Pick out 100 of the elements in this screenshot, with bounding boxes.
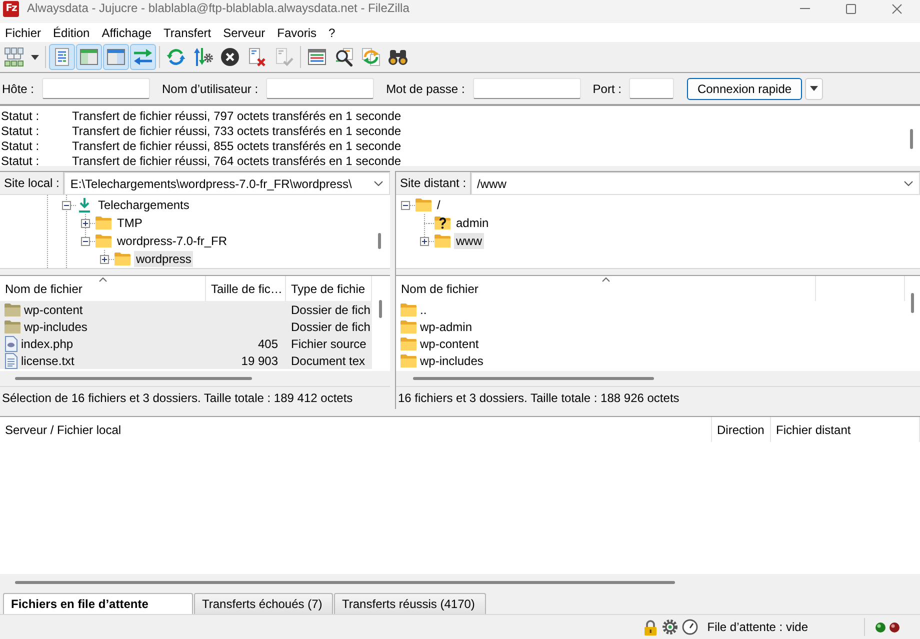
file-row[interactable]: wp-includes Dossier de fich (0, 318, 372, 335)
column-header[interactable]: Serveur / Fichier local (0, 417, 712, 442)
status-text: Sélection de 16 fichiers et 3 dossiers. Taille totale : 189 412 octets (2, 391, 353, 405)
tab[interactable]: Fichiers en file d’attente (3, 593, 193, 614)
log-label: Statut : (0, 154, 40, 168)
cancel-icon (220, 47, 240, 67)
file-row[interactable]: wp-includes (396, 352, 906, 369)
log-label: Statut : (0, 138, 40, 152)
binoculars-icon (388, 47, 408, 67)
speedometer-icon (682, 619, 698, 635)
log-label: Statut : (0, 124, 40, 138)
expand-icon[interactable] (420, 236, 429, 246)
file-row[interactable]: .. (396, 301, 906, 318)
close-icon (892, 4, 902, 14)
file-size: 405 (258, 336, 278, 350)
expand-icon[interactable] (100, 254, 109, 264)
menu-item[interactable]: Serveur (218, 23, 270, 42)
scrollbar-thumb[interactable] (15, 581, 675, 584)
field-label: Mot de passe : (386, 82, 465, 96)
menu-item[interactable]: Favoris (272, 23, 322, 42)
log-message: Transfert de fichier réussi, 764 octets transférés en 1 seconde (72, 154, 402, 168)
menu-item[interactable]: Édition (48, 23, 95, 42)
tree-item[interactable]: admin (454, 215, 491, 231)
download-arrow-icon (76, 197, 93, 213)
host-field[interactable] (42, 78, 150, 99)
port-field[interactable] (629, 78, 674, 99)
scrollbar-thumb[interactable] (413, 377, 654, 380)
path-combobox[interactable]: E:\Telechargements\wordpress-7.0-fr_FR\wordpress\ (64, 172, 390, 195)
caret-icon (31, 54, 39, 60)
log-message: Transfert de fichier réussi, 797 octets transférés en 1 seconde (72, 108, 402, 122)
tree-item[interactable]: Telechargements (96, 197, 192, 213)
file-row[interactable]: license.txt 19 903 Document tex (0, 352, 372, 369)
password-field[interactable] (472, 78, 581, 99)
window-title: Alwaysdata - Jujucre - blablabla@ftp-blablabla.alwaysdata.net - FileZilla (27, 0, 410, 17)
tree-item[interactable]: wordpress (134, 251, 194, 267)
expand-icon[interactable] (81, 218, 90, 228)
collapse-icon[interactable] (401, 200, 410, 210)
log-message: Transfert de fichier réussi, 733 octets transférés en 1 seconde (72, 124, 402, 138)
path-combobox[interactable]: /www (471, 172, 920, 195)
folder-icon (95, 216, 112, 230)
gear-icon (662, 619, 678, 635)
collapse-icon[interactable] (81, 236, 90, 246)
app-logo: Fz (3, 1, 19, 17)
file-type: Dossier de fich (291, 302, 370, 316)
collapse-icon[interactable] (62, 200, 71, 210)
menu-item[interactable]: Affichage (96, 23, 157, 42)
file-type: Dossier de fich (291, 320, 370, 334)
document-lines-icon (52, 47, 72, 67)
document-cross-icon (247, 47, 267, 67)
tree-item[interactable]: / (435, 197, 442, 213)
swap-arrows-icon (133, 47, 153, 67)
status-text: 16 fichiers et 3 dossiers. Taille totale : 188 926 octets (398, 391, 680, 405)
maximize-icon (846, 4, 856, 14)
file-name: wp-includes (420, 354, 484, 368)
folder-icon (400, 354, 417, 368)
network-icon (4, 47, 24, 67)
chevron-down-icon (374, 181, 383, 186)
field-label: Port : (592, 82, 622, 96)
log-label: Statut : (0, 108, 40, 122)
folder-icon (400, 320, 417, 334)
chevron-down-icon (904, 181, 913, 186)
scrollbar-thumb[interactable] (910, 129, 913, 149)
scrollbar-thumb[interactable] (911, 293, 914, 313)
menu-item[interactable]: ? (324, 23, 340, 42)
window-panels-icon (79, 47, 99, 67)
tree-item[interactable]: TMP (115, 215, 144, 231)
scrollbar-thumb[interactable] (15, 377, 252, 380)
column-header[interactable]: Nom de fichier (396, 276, 816, 301)
document-check-icon (274, 47, 294, 67)
colored-lines-icon (307, 47, 327, 67)
folder-icon (400, 336, 417, 350)
file-name: wp-admin (420, 320, 472, 334)
tree-item[interactable]: wordpress-7.0-fr_FR (115, 233, 230, 249)
field-label: Nom d’utilisateur : (162, 82, 258, 96)
quickconnect-button[interactable]: Connexion rapide (687, 78, 802, 100)
lock-icon (643, 618, 658, 636)
file-row[interactable]: wp-content Dossier de fich (0, 301, 372, 318)
menu-item[interactable]: Fichier (0, 23, 46, 42)
username-field[interactable] (266, 78, 374, 99)
tree-item[interactable]: www (454, 233, 484, 249)
tab[interactable]: Transferts réussis (4170) (334, 593, 486, 614)
file-row[interactable]: wp-content (396, 335, 906, 352)
column-header[interactable]: Direction (712, 417, 771, 442)
caret-icon (810, 86, 818, 91)
file-name: index.php (21, 336, 74, 350)
scrollbar-thumb[interactable] (378, 233, 381, 249)
file-type: Fichier source (291, 336, 366, 350)
file-name: wp-content (24, 302, 83, 316)
tab[interactable]: Transferts échoués (7) (194, 593, 333, 614)
column-header[interactable]: Fichier distant (771, 417, 920, 442)
file-row[interactable]: index.php 405 Fichier source (0, 335, 372, 352)
menu-item[interactable]: Transfert (158, 23, 216, 42)
sync-arrows-icon (361, 47, 381, 67)
dropdown-button[interactable] (804, 78, 823, 100)
file-name: wp-includes (24, 320, 88, 334)
folder-icon (4, 302, 21, 316)
file-row[interactable]: wp-admin (396, 318, 906, 335)
folder-icon (95, 234, 112, 248)
log-message: Transfert de fichier réussi, 855 octets transférés en 1 seconde (72, 138, 402, 152)
scrollbar-thumb[interactable] (379, 300, 382, 318)
